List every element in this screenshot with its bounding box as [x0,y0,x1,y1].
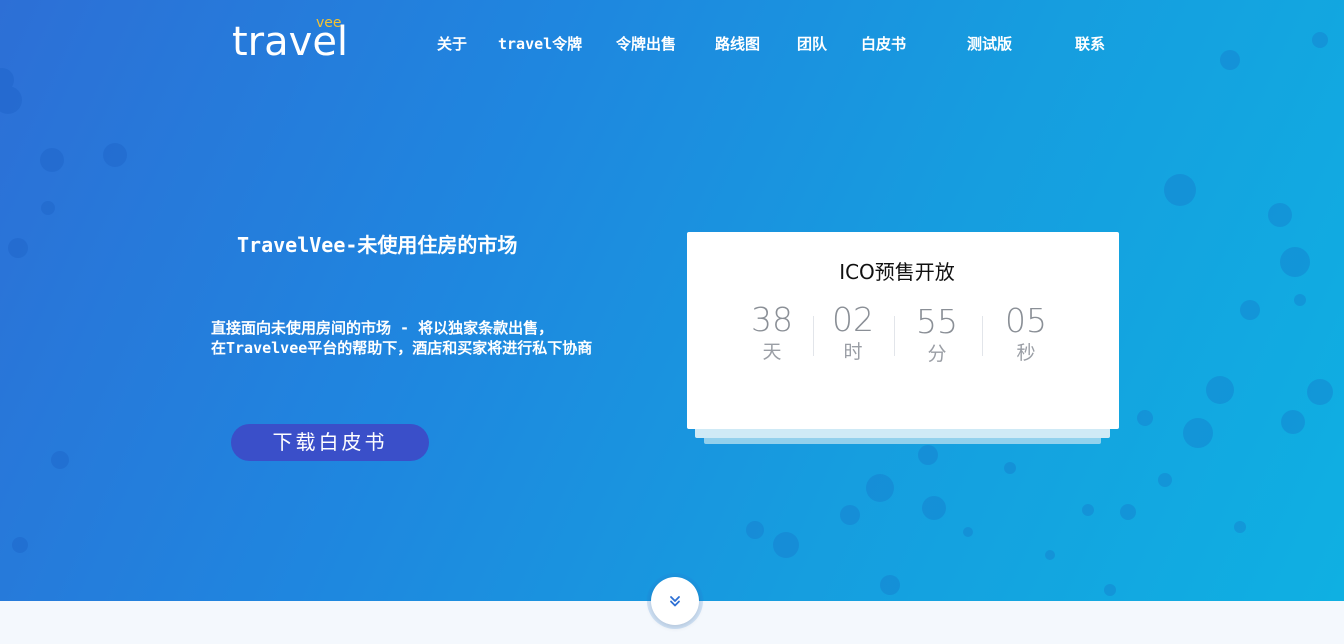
countdown-title: ICO预售开放 [839,260,955,284]
hero-description: 直接面向未使用房间的市场 - 将以独家条款出售， 在Travelvee平台的帮助… [211,318,671,358]
scroll-down-button[interactable] [651,577,699,625]
countdown-hours-value: 02 [832,300,874,339]
countdown-days: 38 天 [732,302,812,364]
nav-item-contact[interactable]: 联系 [1075,34,1105,54]
countdown-seconds-value: 05 [1005,301,1047,340]
hero-section: travel vee 关于 travel令牌 令牌出售 路线图 团队 白皮书 测… [0,0,1344,601]
hero-title: TravelVee-未使用住房的市场 [237,233,518,257]
nav-item-beta[interactable]: 测试版 [967,34,1012,54]
decorative-bubbles [0,32,1333,596]
nav-item-travel-token[interactable]: travel令牌 [498,34,582,54]
countdown-days-label: 天 [762,341,782,363]
nav-item-roadmap[interactable]: 路线图 [715,34,760,54]
countdown-seconds: 05 秒 [986,303,1066,365]
double-chevron-down-icon [670,596,680,607]
countdown-minutes-value: 55 [916,302,958,341]
download-whitepaper-button[interactable]: 下载白皮书 [231,424,429,461]
nav-item-token-sale[interactable]: 令牌出售 [616,34,676,54]
countdown-seconds-label: 秒 [1016,342,1036,364]
logo-accent-text: vee [316,15,342,31]
countdown-hours-label: 时 [843,341,863,363]
countdown-hours: 02 时 [813,302,893,364]
countdown-minutes-label: 分 [927,343,947,365]
nav-item-team[interactable]: 团队 [797,34,827,54]
countdown-divider [894,316,895,356]
hero-description-line: 直接面向未使用房间的市场 - 将以独家条款出售， [211,319,554,337]
nav-item-about[interactable]: 关于 [437,34,467,54]
countdown-days-value: 38 [751,300,793,339]
hero-description-line: 在Travelvee平台的帮助下，酒店和买家将进行私下协商 [211,339,593,357]
countdown-card: ICO预售开放 38 天 02 时 55 分 05 秒 [687,232,1119,429]
countdown-minutes: 55 分 [897,304,977,366]
nav-item-whitepaper[interactable]: 白皮书 [861,34,906,54]
travelvee-logo[interactable]: travel vee [232,15,352,62]
countdown-divider [982,316,983,356]
